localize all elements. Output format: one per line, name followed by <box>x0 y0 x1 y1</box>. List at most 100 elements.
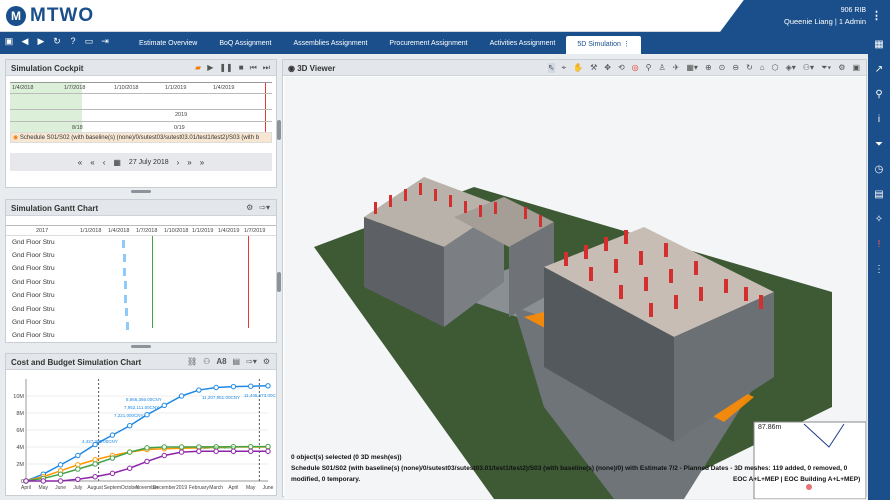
gantt-bar[interactable] <box>123 254 126 262</box>
table-icon[interactable]: ▤ <box>233 357 241 366</box>
refresh-icon[interactable]: ↻ <box>52 36 62 47</box>
fast-forward-icon[interactable]: » <box>187 158 191 167</box>
grid-icon[interactable]: ▦ <box>868 32 890 57</box>
orbit-icon[interactable]: ◎ <box>632 63 639 73</box>
gantt-row-label[interactable]: Gnd Floor Stru <box>12 319 55 326</box>
tab-activities-assignment[interactable]: Activities Assignment <box>479 36 567 54</box>
tab-assemblies-assignment[interactable]: Assemblies Assignment <box>283 36 379 54</box>
x-tick-label: May <box>246 485 256 491</box>
filter-icon[interactable]: ⏷ <box>868 132 890 157</box>
vertical-splitter-handle[interactable] <box>277 120 281 140</box>
play-icon[interactable]: ▶ <box>207 63 213 73</box>
marker-icon[interactable]: ⌖ <box>562 63 567 73</box>
zoom-out-icon[interactable]: ⊖ <box>732 63 739 73</box>
fast-back-icon[interactable]: « <box>90 158 94 167</box>
calendar-icon[interactable]: ▦ <box>113 158 121 167</box>
gantt-bar[interactable] <box>124 281 127 289</box>
gantt-bar[interactable] <box>124 295 127 303</box>
monitor-icon[interactable]: ▭ <box>84 36 94 47</box>
export-menu-icon[interactable]: ⇨▾ <box>246 357 257 366</box>
gantt-row-label[interactable]: Gnd Floor Stru <box>12 265 55 272</box>
timeline[interactable]: 1/4/2018 1/7/2018 1/10/2018 1/1/2019 1/4… <box>10 82 272 133</box>
info-icon[interactable]: i <box>868 107 890 132</box>
forward-icon[interactable]: ▶ <box>36 36 46 47</box>
first-icon[interactable]: « <box>78 158 82 167</box>
tab-procurement-assignment[interactable]: Procurement Assignment <box>378 36 478 54</box>
gantt-bar[interactable] <box>122 240 125 248</box>
right-sidebar: ▦ ↗ ⚲ i ⏷ ◷ ▤ ✧ ! ⋮ <box>868 32 890 500</box>
next-icon[interactable]: › <box>177 158 180 167</box>
document-icon[interactable]: ▤ <box>868 182 890 207</box>
settings-icon[interactable]: ⚙ <box>838 63 845 73</box>
people-menu-icon[interactable]: ⚇▾ <box>803 63 814 73</box>
settings-icon[interactable]: ⚙ <box>263 357 270 366</box>
last-icon[interactable]: » <box>200 158 204 167</box>
hammer-icon[interactable]: ⚒ <box>590 63 597 73</box>
share-icon[interactable]: ↗ <box>868 57 890 82</box>
tab-boq-assignment[interactable]: BoQ Assignment <box>208 36 282 54</box>
3d-canvas[interactable]: 87.86m <box>284 77 866 499</box>
folder-icon[interactable]: ▰ <box>195 63 201 73</box>
gantt-scale-line <box>6 225 276 226</box>
data-point <box>161 444 167 450</box>
current-date[interactable]: 27 July 2018 <box>129 159 169 166</box>
zoom-in-icon[interactable]: ⊕ <box>705 63 712 73</box>
move-icon[interactable]: ✥ <box>604 63 611 73</box>
export-icon[interactable]: ⇥ <box>100 36 110 47</box>
person-icon[interactable]: ♙ <box>659 63 666 73</box>
kebab-menu-icon[interactable]: ⋮ <box>871 9 882 22</box>
screenshot-icon[interactable]: ▣ <box>852 63 860 73</box>
filter-menu-icon[interactable]: ⏷▾ <box>821 63 831 73</box>
gantt-row-label[interactable]: Gnd Floor Stru <box>12 279 55 286</box>
zoom-fit-icon[interactable]: ⊙ <box>719 63 726 73</box>
tab-estimate-overview[interactable]: Estimate Overview <box>128 36 208 54</box>
gantt-row-label[interactable]: Gnd Floor Stru <box>12 292 55 299</box>
walk-icon[interactable]: ⚲ <box>646 63 652 73</box>
refresh-view-icon[interactable]: ↻ <box>746 63 753 73</box>
a8-button[interactable]: A8 <box>216 357 226 366</box>
splitter-handle[interactable] <box>131 190 151 193</box>
tab-menu-icon[interactable]: ⋮ <box>623 41 630 48</box>
home-view-icon[interactable]: ⌂ <box>760 63 765 73</box>
stop-icon[interactable]: ■ <box>239 63 244 73</box>
gantt-row-label[interactable]: Gnd Floor Stru <box>12 252 55 259</box>
select-icon[interactable]: ⇖ <box>547 63 555 73</box>
camera-menu-icon[interactable]: ▦▾ <box>686 63 698 73</box>
gantt-bar[interactable] <box>126 322 129 330</box>
wand-icon[interactable]: ✧ <box>868 207 890 232</box>
clock-icon[interactable]: ◷ <box>868 157 890 182</box>
help-icon[interactable]: ? <box>68 36 78 47</box>
timeline-date-label: 1/7/2018 <box>64 85 86 91</box>
pan-icon[interactable]: ✋ <box>573 63 583 73</box>
gantt-row-label[interactable]: Gnd Floor Stru <box>12 332 55 339</box>
people-icon[interactable]: ⚇ <box>203 357 210 366</box>
search-icon[interactable]: ⚲ <box>868 82 890 107</box>
settings-icon[interactable]: ⚙ <box>246 203 253 212</box>
export-menu-icon[interactable]: ⇨▾ <box>259 203 270 212</box>
rotate-icon[interactable]: ⟲ <box>618 63 625 73</box>
render-menu-icon[interactable]: ◈▾ <box>786 63 796 73</box>
pause-icon[interactable]: ❚❚ <box>219 63 232 73</box>
link-icon[interactable]: ⛓ <box>187 357 197 366</box>
schedule-bar[interactable]: ◉ Schedule S01/S02 (with baseline(s) (no… <box>10 132 272 143</box>
more-vertical-icon[interactable]: ⋮ <box>868 257 890 282</box>
splitter-handle[interactable] <box>131 345 151 348</box>
step-forward-icon[interactable]: ⏭ <box>263 63 270 73</box>
tab-5d-simulation[interactable]: 5D Simulation ⋮ <box>566 36 641 54</box>
gantt-bar[interactable] <box>123 268 126 276</box>
prev-icon[interactable]: ‹ <box>103 158 106 167</box>
gantt-bar[interactable] <box>125 308 128 316</box>
fly-icon[interactable]: ✈ <box>673 63 680 73</box>
logo: M MTWO <box>6 5 94 27</box>
gantt-row-label[interactable]: Gnd Floor Stru <box>12 306 55 313</box>
data-point <box>92 461 98 467</box>
back-icon[interactable]: ◀ <box>20 36 30 47</box>
alert-icon[interactable]: ! <box>868 232 890 257</box>
vertical-splitter-handle[interactable] <box>277 272 281 292</box>
data-point <box>92 457 98 463</box>
step-back-icon[interactable]: ⏮ <box>250 63 257 73</box>
save-icon[interactable]: ▣ <box>4 36 14 47</box>
user-block[interactable]: 906 RIB Queenie Liang | 1 Admin <box>720 0 890 32</box>
cube-icon[interactable]: ⬡ <box>772 63 779 73</box>
gantt-row-label[interactable]: Gnd Floor Stru <box>12 239 55 246</box>
